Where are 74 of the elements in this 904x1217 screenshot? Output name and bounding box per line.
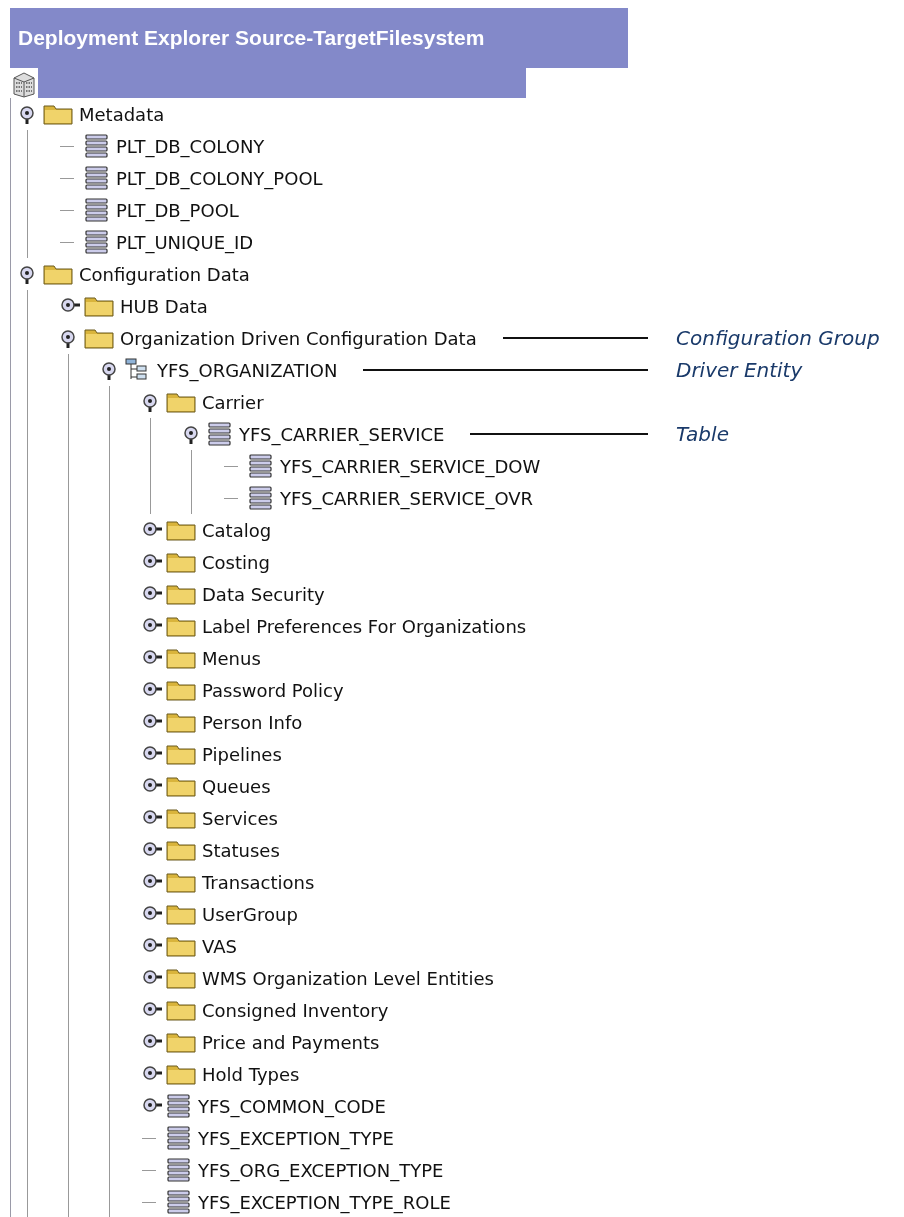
tree-item[interactable]: PLT_DB_POOL (116, 199, 239, 221)
tree-item[interactable]: Costing (202, 551, 270, 573)
tree-item[interactable]: YFS_ORGANIZATION (157, 359, 338, 381)
tree-item[interactable]: YFS_CARRIER_SERVICE (239, 423, 445, 445)
table-icon (84, 230, 110, 254)
table-icon (84, 198, 110, 222)
folder-icon (166, 967, 196, 989)
folder-icon (84, 327, 114, 349)
table-icon (248, 486, 274, 510)
folder-icon (166, 679, 196, 701)
callout-label: Configuration Group (676, 326, 881, 350)
tree-item[interactable]: Pipelines (202, 743, 282, 765)
tree-item[interactable]: YFS_CARRIER_SERVICE_OVR (280, 487, 534, 509)
table-icon (84, 166, 110, 190)
table-icon (248, 454, 274, 478)
folder-icon (166, 935, 196, 957)
tree-item[interactable]: YFS_ORG_EXCEPTION_TYPE (198, 1159, 444, 1181)
tree-item[interactable]: Queues (202, 775, 271, 797)
folder-icon (166, 743, 196, 765)
folder-icon (166, 839, 196, 861)
folder-icon (166, 647, 196, 669)
tree-item[interactable]: Consigned Inventory (202, 999, 389, 1021)
table-icon (166, 1094, 192, 1118)
tree-item[interactable]: YFS_COMMON_CODE (198, 1095, 386, 1117)
table-icon (84, 134, 110, 158)
callout-label: Driver Entity (676, 358, 804, 382)
tree-item[interactable]: Menus (202, 647, 261, 669)
tree-item[interactable]: PLT_UNIQUE_ID (116, 231, 254, 253)
folder-icon (166, 391, 196, 413)
tree-item[interactable]: Label Preferences For Organizations (202, 615, 527, 637)
tree-item[interactable]: Person Info (202, 711, 303, 733)
tree-item[interactable]: Organization Driven Configuration Data (120, 327, 477, 349)
folder-icon (166, 1031, 196, 1053)
tree-item[interactable]: YFS_EXCEPTION_TYPE (198, 1127, 394, 1149)
folder-icon (166, 583, 196, 605)
folder-icon (166, 615, 196, 637)
tree-item[interactable]: Statuses (202, 839, 280, 861)
building-icon[interactable] (10, 68, 38, 98)
folder-icon (43, 103, 73, 125)
tree-item[interactable]: YFS_CARRIER_SERVICE_DOW (280, 455, 541, 477)
tree-item[interactable]: YFS_EXCEPTION_TYPE_ROLE (198, 1191, 451, 1213)
table-icon (166, 1158, 192, 1182)
tree-item[interactable]: Data Security (202, 583, 325, 605)
tree-item[interactable]: Carrier (202, 391, 264, 413)
folder-icon (166, 519, 196, 541)
folder-icon (43, 263, 73, 285)
folder-icon (166, 775, 196, 797)
tree-item[interactable]: Configuration Data (79, 263, 250, 285)
folder-icon (166, 871, 196, 893)
folder-icon (84, 295, 114, 317)
tree-item[interactable]: HUB Data (120, 295, 208, 317)
table-icon (207, 422, 233, 446)
tree-item[interactable]: WMS Organization Level Entities (202, 967, 494, 989)
tree-item[interactable]: UserGroup (202, 903, 298, 925)
tree-item[interactable]: Services (202, 807, 278, 829)
tree-item[interactable]: VAS (202, 935, 237, 957)
folder-icon (166, 999, 196, 1021)
folder-icon (166, 711, 196, 733)
tree-item[interactable]: Price and Payments (202, 1031, 380, 1053)
table-icon (166, 1190, 192, 1214)
tree-item[interactable]: PLT_DB_COLONY (116, 135, 265, 157)
table-icon (166, 1126, 192, 1150)
tree-item[interactable]: Metadata (79, 103, 165, 125)
tree-item[interactable]: Transactions (202, 871, 315, 893)
folder-icon (166, 807, 196, 829)
callout-label: Table (676, 422, 730, 446)
folder-icon (166, 551, 196, 573)
folder-icon (166, 903, 196, 925)
window-title: Deployment Explorer Source-TargetFilesystem (10, 8, 628, 68)
tree-item[interactable]: Catalog (202, 519, 272, 541)
tree-item[interactable]: Hold Types (202, 1063, 300, 1085)
folder-icon (166, 1063, 196, 1085)
tree-item[interactable]: Password Policy (202, 679, 344, 701)
tree-item[interactable]: PLT_DB_COLONY_POOL (116, 167, 323, 189)
